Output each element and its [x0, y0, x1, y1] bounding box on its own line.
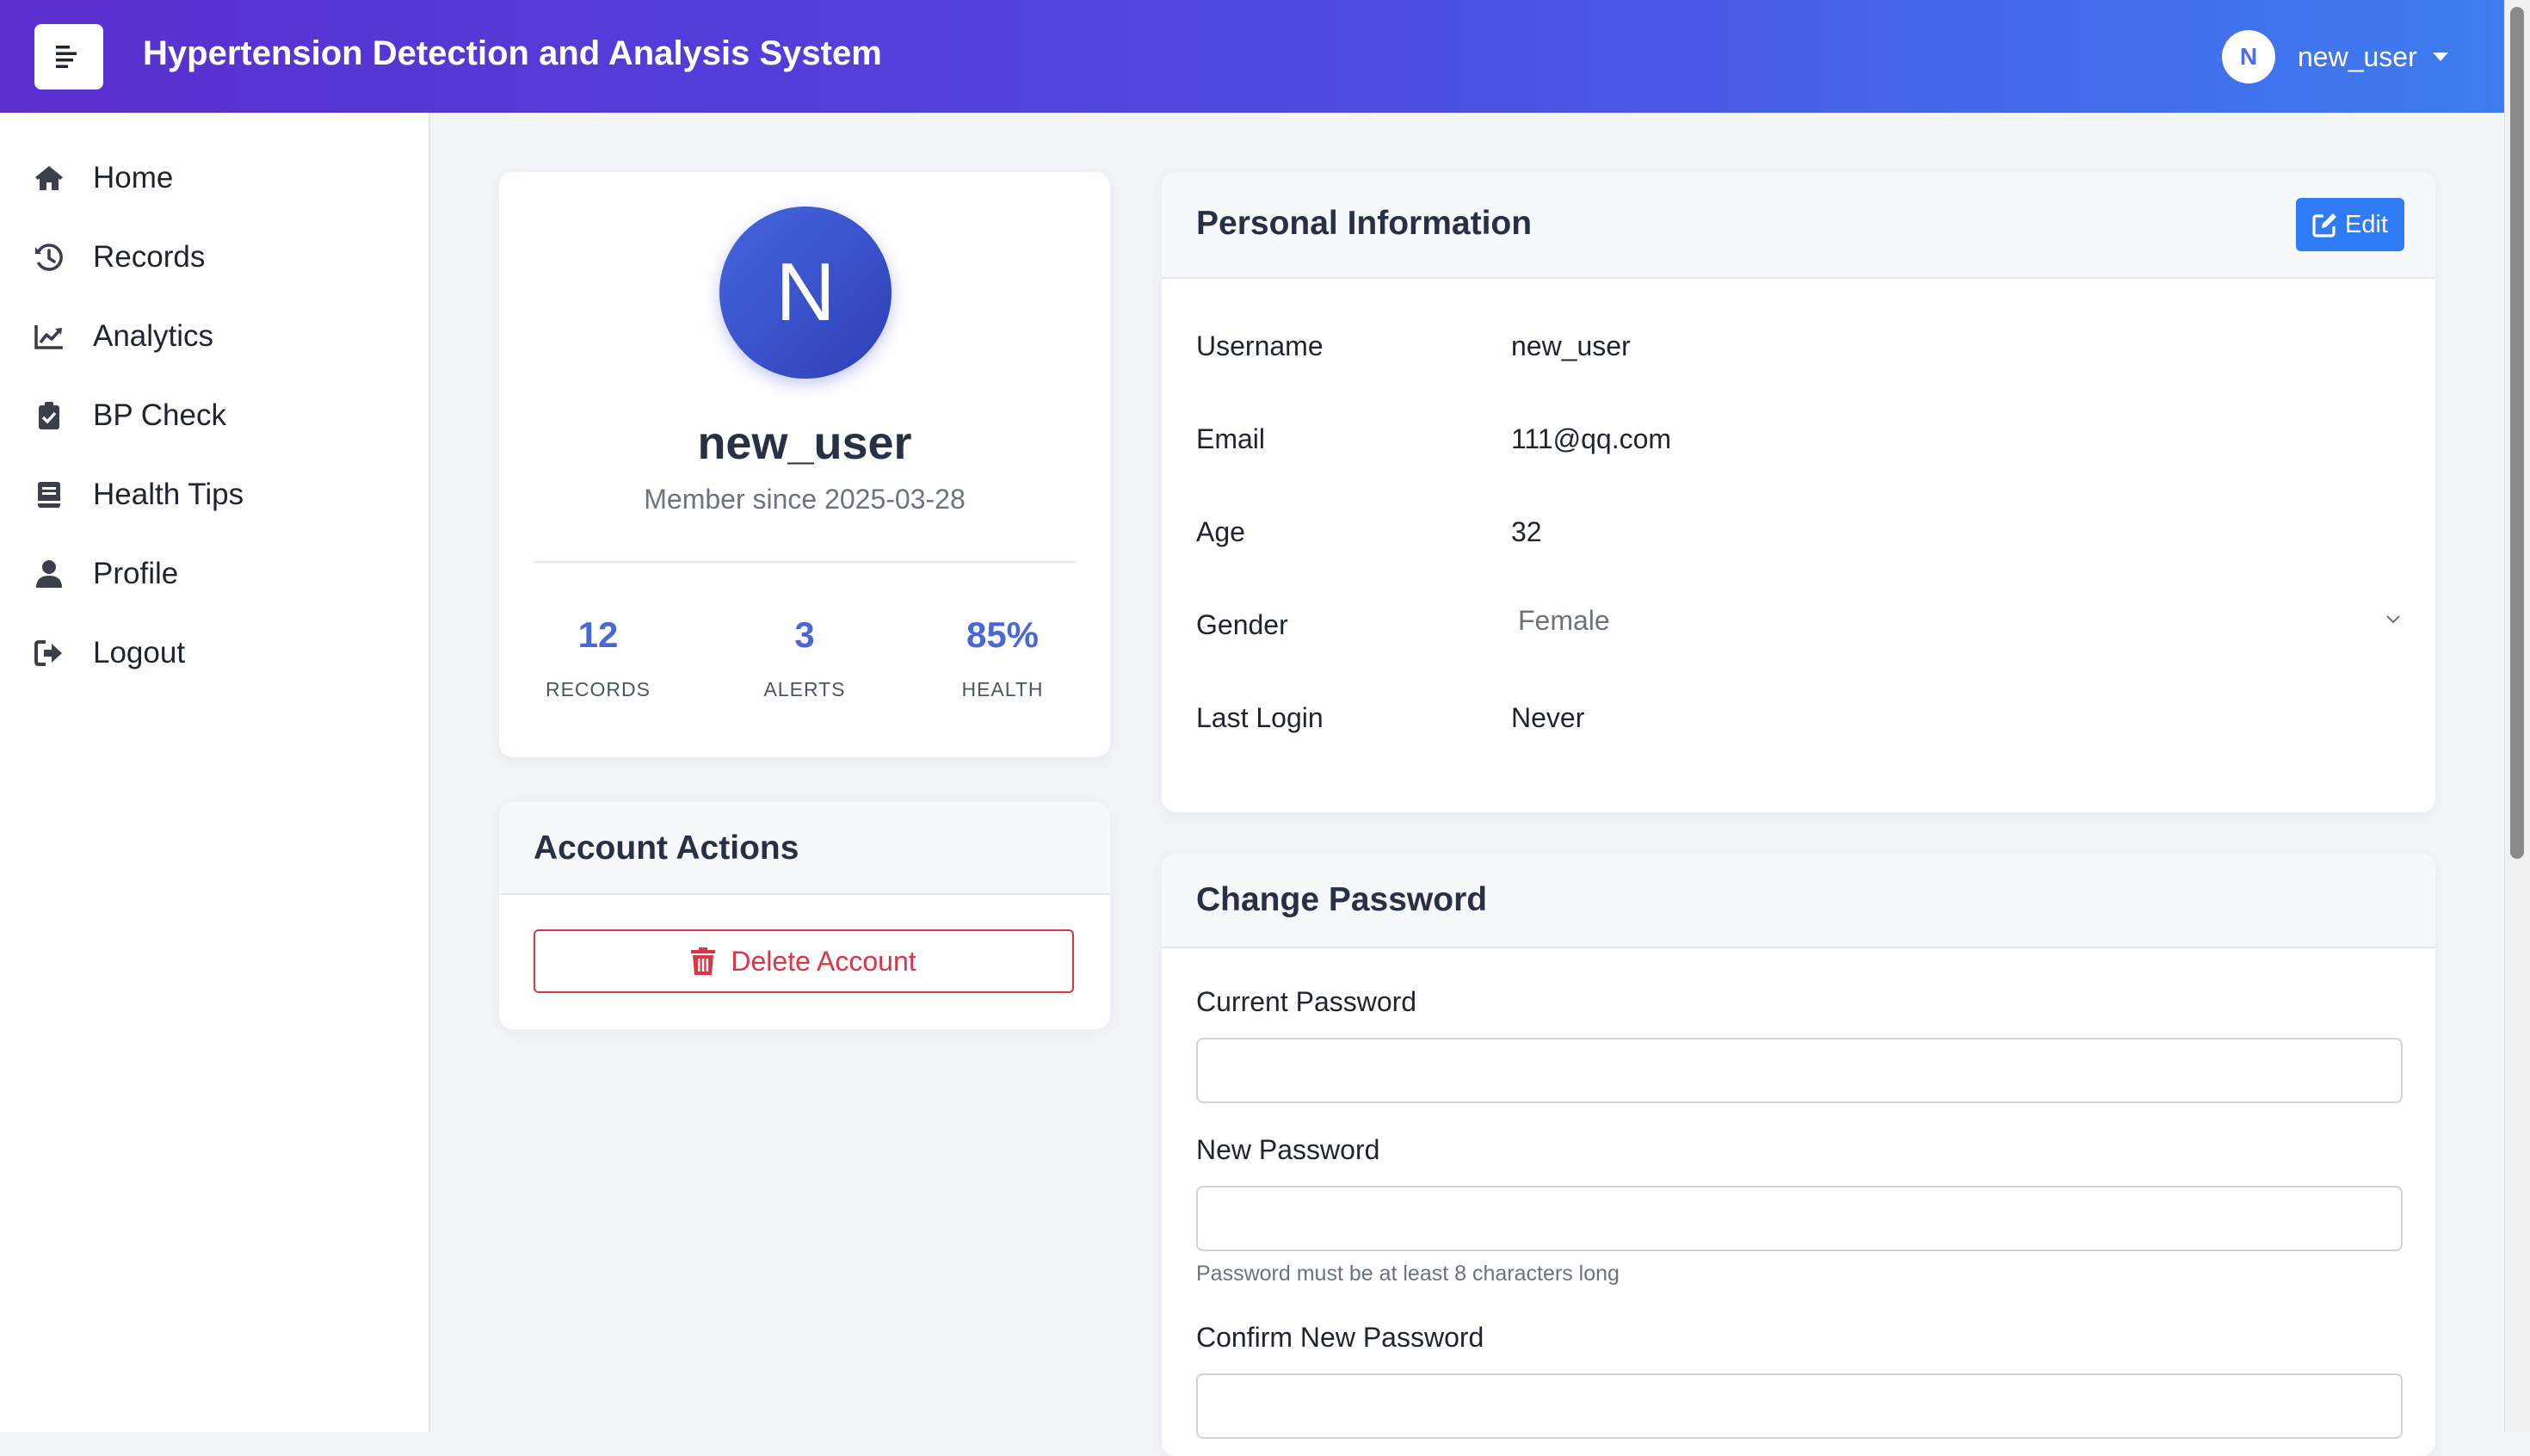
card-title: Personal Information [1196, 205, 1533, 242]
username-label: Username [1196, 330, 1324, 361]
profile-name: new_user [697, 417, 912, 469]
sidebar-item-bp-check[interactable]: BP Check [0, 381, 429, 450]
new-password-label: New Password [1196, 1134, 1380, 1165]
sidebar-item-records[interactable]: Records [0, 223, 429, 292]
gender-label: Gender [1196, 609, 1288, 640]
card-title: Account Actions [534, 830, 799, 867]
stat-label: HEALTH [961, 678, 1044, 700]
scrollbar-thumb[interactable] [2510, 7, 2524, 859]
username-value: new_user [1511, 330, 1631, 361]
home-icon [33, 162, 65, 194]
sidebar-item-analytics[interactable]: Analytics [0, 302, 429, 371]
profile-card: N new_user Member since 2025-03-28 12 RE… [499, 172, 1110, 757]
stat-value: 12 [577, 614, 619, 655]
history-icon [33, 241, 65, 274]
age-label: Age [1196, 516, 1245, 547]
sidebar-item-label: BP Check [93, 398, 226, 432]
user-icon [33, 558, 65, 590]
last-login-label: Last Login [1196, 702, 1324, 733]
email-label: Email [1196, 423, 1266, 454]
sidebar-item-label: Analytics [93, 319, 214, 353]
card-header: Change Password [1162, 854, 2435, 948]
stat-value: 3 [794, 614, 815, 655]
stat-alerts: 3 ALERTS [706, 614, 904, 701]
edit-icon [2312, 213, 2336, 238]
change-password-card: Change Password Current Password New Pas… [1162, 854, 2435, 1456]
card-header: Account Actions [499, 802, 1110, 895]
last-login-value: Never [1511, 702, 1585, 733]
sidebar-item-profile[interactable]: Profile [0, 540, 429, 608]
sidebar-item-label: Home [93, 161, 174, 194]
stat-label: RECORDS [545, 678, 651, 700]
card-title: Change Password [1196, 881, 1488, 918]
user-menu-name: new_user [2298, 40, 2417, 72]
stat-value: 85% [966, 614, 1040, 655]
menu-icon [56, 46, 77, 68]
sidebar-item-logout[interactable]: Logout [0, 619, 429, 688]
gender-select[interactable]: Female [1506, 594, 2408, 647]
edit-label: Edit [2345, 210, 2388, 238]
sidebar-item-label: Records [93, 240, 206, 274]
card-header: Personal Information Edit [1162, 172, 2435, 279]
sidebar-item-label: Profile [93, 557, 179, 590]
divider [534, 561, 1076, 563]
user-avatar: N [2222, 30, 2275, 83]
trash-icon [691, 947, 716, 975]
sidebar: Home Records Analytics BP Check Health T… [0, 113, 430, 1432]
gender-selected-value: Female [1518, 604, 1610, 636]
caret-down-icon [2432, 52, 2448, 61]
top-navbar: Hypertension Detection and Analysis Syst… [0, 0, 2504, 113]
email-value: 111@qq.com [1511, 423, 1672, 454]
sidebar-item-health-tips[interactable]: Health Tips [0, 460, 429, 529]
sidebar-toggle-button[interactable] [34, 24, 103, 89]
account-actions-card: Account Actions Delete Account [499, 802, 1110, 1029]
app-title: Hypertension Detection and Analysis Syst… [143, 34, 882, 72]
password-help-text: Password must be at least 8 characters l… [1196, 1262, 1620, 1286]
new-password-input[interactable] [1196, 1186, 2403, 1251]
chevron-down-icon [2386, 615, 2400, 624]
confirm-password-label: Confirm New Password [1196, 1322, 1484, 1353]
delete-account-button[interactable]: Delete Account [534, 929, 1074, 993]
stat-health: 85% HEALTH [904, 614, 1101, 701]
age-value: 32 [1511, 516, 1542, 547]
stat-records: 12 RECORDS [499, 614, 697, 701]
current-password-input[interactable] [1196, 1038, 2403, 1103]
sign-out-icon [33, 637, 65, 669]
confirm-password-input[interactable] [1196, 1373, 2403, 1439]
clipboard-check-icon [33, 399, 65, 432]
stat-label: ALERTS [763, 678, 846, 700]
delete-account-label: Delete Account [731, 945, 916, 977]
book-icon [33, 478, 65, 511]
sidebar-item-home[interactable]: Home [0, 144, 429, 213]
edit-profile-button[interactable]: Edit [2296, 198, 2404, 251]
user-menu-dropdown[interactable]: N new_user [2222, 29, 2448, 84]
sidebar-item-label: Logout [93, 636, 186, 669]
sidebar-item-label: Health Tips [93, 478, 244, 511]
personal-info-card: Personal Information Edit Username new_u… [1162, 172, 2435, 812]
current-password-label: Current Password [1196, 986, 1417, 1017]
profile-avatar: N [719, 207, 892, 379]
member-since: Member since 2025-03-28 [644, 484, 966, 515]
chart-line-icon [33, 320, 65, 353]
